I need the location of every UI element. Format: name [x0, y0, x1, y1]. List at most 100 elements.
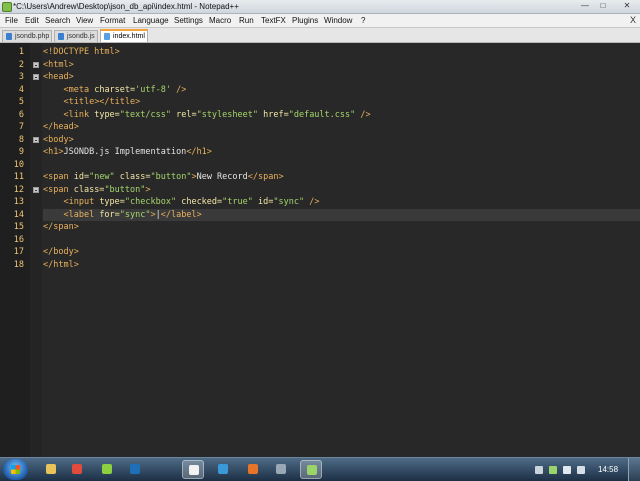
- menu-run[interactable]: Run: [239, 14, 254, 27]
- line-number: 8: [18, 134, 24, 145]
- menu-help[interactable]: ?: [361, 14, 365, 27]
- code-line[interactable]: 16: [0, 234, 640, 247]
- menu-plugins[interactable]: Plugins: [292, 14, 318, 27]
- tray-network-icon[interactable]: [535, 466, 543, 474]
- code-token-tag: </span>: [43, 222, 79, 232]
- show-desktop-button[interactable]: [628, 458, 640, 481]
- menu-format[interactable]: Format: [100, 14, 125, 27]
- code-token-tag: >: [145, 184, 151, 195]
- menu-textfx[interactable]: TextFX: [261, 14, 286, 27]
- taskbar-notepad-button[interactable]: [182, 460, 204, 479]
- tab-index-html[interactable]: index.html: [100, 29, 148, 42]
- code-token-str: "default.css": [288, 109, 356, 120]
- taskbar-photoshop-button[interactable]: [124, 460, 146, 479]
- code-token-str: "button": [104, 184, 146, 195]
- code-text[interactable]: <body>: [43, 134, 74, 147]
- code-line[interactable]: 11 <span id="new" class="button">New Reco…: [0, 171, 640, 184]
- taskbar-media-player-button[interactable]: [212, 460, 234, 479]
- line-number: 2: [18, 59, 24, 70]
- tray-app-icon[interactable]: [549, 466, 557, 474]
- code-text[interactable]: </span>: [43, 221, 79, 234]
- menu-view[interactable]: View: [76, 14, 93, 27]
- tab-jsondb-js[interactable]: jsondb.js: [54, 30, 98, 42]
- code-line[interactable]: 15 </span>: [0, 221, 640, 234]
- taskbar-metro-button[interactable]: [96, 460, 118, 479]
- code-text[interactable]: <meta charset='utf-8' />: [43, 84, 186, 97]
- code-token-tag: <link: [63, 109, 95, 120]
- code-line[interactable]: 12 <span class="button">: [0, 184, 640, 197]
- code-text[interactable]: </body>: [43, 246, 79, 259]
- code-line[interactable]: 13 <input type="checkbox" checked="true"…: [0, 196, 640, 209]
- code-token-attr: charset=: [94, 84, 136, 95]
- code-line[interactable]: 17 </body>: [0, 246, 640, 259]
- clock[interactable]: 14:58: [598, 458, 618, 481]
- menu-search[interactable]: Search: [45, 14, 70, 27]
- code-text[interactable]: </head>: [43, 121, 79, 134]
- fold-toggle-icon[interactable]: [33, 136, 39, 143]
- code-text[interactable]: <h1>JSONDB.js Implementation</h1>: [43, 146, 212, 159]
- fold-toggle-icon[interactable]: [33, 61, 39, 68]
- fold-toggle-icon[interactable]: [33, 186, 39, 193]
- code-editor[interactable]: 1 <!DOCTYPE html> 2 <html> 3 <head> 4 <meta ch…: [0, 43, 640, 457]
- tray-volume-icon[interactable]: [577, 466, 585, 474]
- notepad-icon: [189, 465, 199, 475]
- code-line[interactable]: 1 <!DOCTYPE html>: [0, 46, 640, 59]
- line-number: 7: [18, 122, 24, 132]
- taskbar-explorer-button[interactable]: [40, 460, 62, 479]
- menu-window[interactable]: Window: [324, 14, 352, 27]
- close-document-icon[interactable]: X: [630, 14, 636, 27]
- fold-toggle-icon[interactable]: [33, 74, 39, 80]
- code-token-str: "new": [89, 172, 115, 182]
- start-button[interactable]: [3, 459, 28, 480]
- code-text[interactable]: <link type="text/css" rel="stylesheet" h…: [43, 109, 370, 122]
- code-token-tag: <body>: [43, 134, 74, 145]
- code-token-tag: <html>: [43, 59, 74, 70]
- code-text[interactable]: <span id="new" class="button">New Record…: [43, 171, 284, 184]
- code-text[interactable]: <input type="checkbox" checked="true" id…: [43, 196, 319, 209]
- code-token-tag: </head>: [43, 122, 79, 132]
- line-number: 14: [13, 209, 24, 220]
- taskbar: 14:58: [0, 457, 640, 481]
- file-icon: [6, 33, 12, 40]
- taskbar-chrome-button[interactable]: [66, 460, 88, 479]
- maximize-button[interactable]: □: [596, 1, 610, 11]
- taskbar-settings-button[interactable]: [270, 460, 292, 479]
- code-line[interactable]: 10: [0, 159, 640, 172]
- taskbar-firefox-button[interactable]: [242, 460, 264, 479]
- taskbar-notepadpp-button[interactable]: [300, 460, 322, 479]
- code-text[interactable]: <span class="button">: [43, 184, 151, 197]
- firefox-icon: [248, 464, 258, 474]
- code-line[interactable]: 6 <link type="text/css" rel="stylesheet"…: [0, 109, 640, 122]
- menu-bar: File Edit Search View Format Language Se…: [0, 14, 640, 28]
- close-window-button[interactable]: ✕: [618, 1, 636, 11]
- code-line[interactable]: 18 </html>: [0, 259, 640, 272]
- code-text[interactable]: <html>: [43, 59, 74, 72]
- tab-jsondb-php[interactable]: jsondb.php: [2, 30, 52, 42]
- menu-language[interactable]: Language: [133, 14, 169, 27]
- menu-settings[interactable]: Settings: [174, 14, 203, 27]
- code-text[interactable]: <head>: [43, 71, 74, 84]
- code-line[interactable]: 2 <html>: [0, 59, 640, 72]
- code-token-attr: id=: [73, 172, 90, 182]
- tray-flag-icon[interactable]: [563, 466, 571, 474]
- code-text[interactable]: <!DOCTYPE html>: [43, 46, 120, 59]
- minimize-button[interactable]: —: [578, 1, 592, 11]
- code-line[interactable]: 14 <label for="sync">|</label>: [0, 208, 640, 222]
- menu-file[interactable]: File: [5, 14, 18, 27]
- menu-macro[interactable]: Macro: [209, 14, 231, 27]
- code-line[interactable]: 7 </head>: [0, 121, 640, 134]
- code-text[interactable]: <label for="sync">|</label>: [43, 209, 201, 222]
- code-line[interactable]: 3 <head>: [0, 71, 640, 84]
- code-line[interactable]: 5 <title></title>: [0, 96, 640, 109]
- code-line[interactable]: 9 <h1>JSONDB.js Implementation</h1>: [0, 146, 640, 159]
- code-line[interactable]: 4 <meta charset='utf-8' />: [0, 84, 640, 97]
- code-line[interactable]: 8 <body>: [0, 134, 640, 147]
- code-token-tag: />: [304, 197, 320, 207]
- notepadpp-app-icon[interactable]: [2, 2, 12, 12]
- metro-icon: [102, 464, 112, 474]
- code-text[interactable]: </html>: [43, 259, 79, 272]
- code-text[interactable]: <title></title>: [43, 96, 140, 109]
- menu-edit[interactable]: Edit: [25, 14, 39, 27]
- title-bar: *C:\Users\Andrew\Desktop\json_db_api\ind…: [0, 0, 640, 14]
- line-number: 6: [18, 109, 24, 120]
